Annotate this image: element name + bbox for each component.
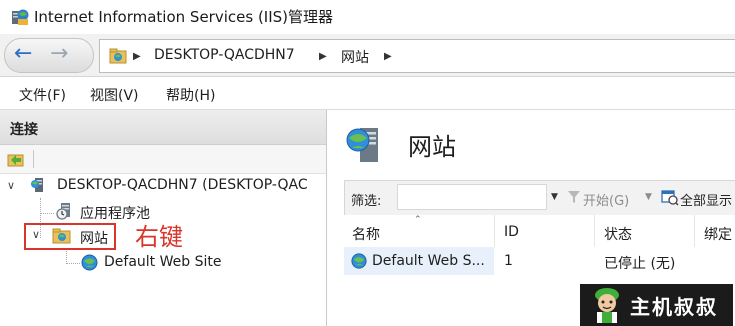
breadcrumb-sites[interactable]: 网站 — [341, 47, 369, 67]
filter-dropdown-icon[interactable]: ▼ — [551, 192, 558, 202]
breadcrumb-separator-icon: ▶ — [384, 51, 392, 62]
forward-arrow-icon[interactable]: → — [50, 43, 68, 65]
start-filter-button[interactable]: 开始(G) — [583, 190, 629, 209]
server-node-icon — [31, 178, 43, 192]
navigation-bar: ← → ▶ DESKTOP-QACDHN7 ▶ 网站 ▶ — [0, 34, 735, 77]
server-icon — [346, 128, 378, 162]
connect-icon[interactable] — [7, 151, 24, 167]
filter-funnel-icon — [568, 191, 580, 203]
table-header: ⌃ 名称 ID 状态 绑定 — [344, 215, 735, 248]
site-globe-icon — [109, 48, 127, 64]
filter-label: 筛选: — [351, 194, 382, 209]
cell-site-id: 1 — [504, 253, 513, 269]
mascot-icon — [595, 288, 619, 323]
website-globe-icon — [351, 253, 367, 269]
connections-title: 连接 — [10, 122, 38, 138]
breadcrumb-server[interactable]: DESKTOP-QACDHN7 — [154, 47, 295, 63]
menu-file[interactable]: 文件(F) — [19, 85, 66, 105]
filter-input[interactable] — [397, 184, 547, 210]
column-name[interactable]: 名称 — [352, 224, 380, 244]
column-divider[interactable] — [594, 215, 595, 247]
connections-toolbar — [0, 145, 326, 174]
show-all-button[interactable]: 全部显示 — [680, 190, 732, 209]
tree-line — [40, 213, 54, 214]
address-bar[interactable]: ▶ DESKTOP-QACDHN7 ▶ 网站 ▶ — [99, 39, 735, 73]
tree-line — [66, 263, 80, 264]
tree-sites[interactable]: 网站 — [80, 228, 108, 248]
show-all-icon — [661, 190, 679, 206]
sort-ascending-icon: ⌃ — [414, 215, 422, 225]
breadcrumb-separator-icon: ▶ — [319, 51, 327, 62]
expand-chevron-icon[interactable]: ∨ — [7, 179, 15, 192]
app-pool-icon — [56, 203, 70, 220]
filter-bar: 筛选: ▼ 开始(G) ▼ 全部显示 — [344, 180, 735, 216]
menu-view[interactable]: 视图(V) — [90, 85, 139, 105]
tree-server[interactable]: DESKTOP-QACDHN7 (DESKTOP-QAC — [57, 177, 322, 193]
back-arrow-icon[interactable]: ← — [14, 43, 32, 65]
toolbar-divider — [33, 150, 34, 168]
column-status[interactable]: 状态 — [604, 224, 632, 244]
column-id[interactable]: ID — [504, 224, 519, 240]
column-binding[interactable]: 绑定 — [704, 224, 732, 244]
column-divider[interactable] — [694, 215, 695, 247]
breadcrumb-separator-icon: ▶ — [133, 51, 141, 62]
menu-help[interactable]: 帮助(H) — [166, 85, 215, 105]
title-bar: Internet Information Services (IIS)管理器 — [0, 0, 735, 34]
menu-bar: 文件(F) 视图(V) 帮助(H) — [0, 77, 735, 110]
tree-default-site[interactable]: Default Web Site — [104, 254, 221, 270]
page-title: 网站 — [408, 133, 456, 161]
start-dropdown-icon[interactable]: ▼ — [645, 192, 652, 202]
watermark-text: 主机叔叔 — [630, 295, 718, 319]
table-row[interactable]: Default Web S... 1 已停止 (无) — [344, 247, 735, 275]
iis-app-icon — [12, 9, 29, 25]
cell-site-name: Default Web S... — [372, 253, 485, 269]
cell-site-status: 已停止 (无) — [604, 256, 676, 272]
column-divider[interactable] — [494, 215, 495, 247]
expand-chevron-icon[interactable]: ∨ — [32, 228, 40, 241]
connections-panel: 连接 ∨ DESKTOP-QACDHN7 (DESKTOP-QAC 应用程序池 … — [0, 110, 327, 326]
website-globe-icon — [81, 254, 98, 271]
right-click-annotation: 右键 — [135, 223, 183, 251]
site-globe-icon — [52, 228, 71, 244]
watermark: 主机叔叔 — [580, 284, 733, 326]
window-title: Internet Information Services (IIS)管理器 — [34, 8, 334, 26]
connections-header: 连接 — [0, 110, 326, 145]
tree-line — [66, 248, 67, 264]
